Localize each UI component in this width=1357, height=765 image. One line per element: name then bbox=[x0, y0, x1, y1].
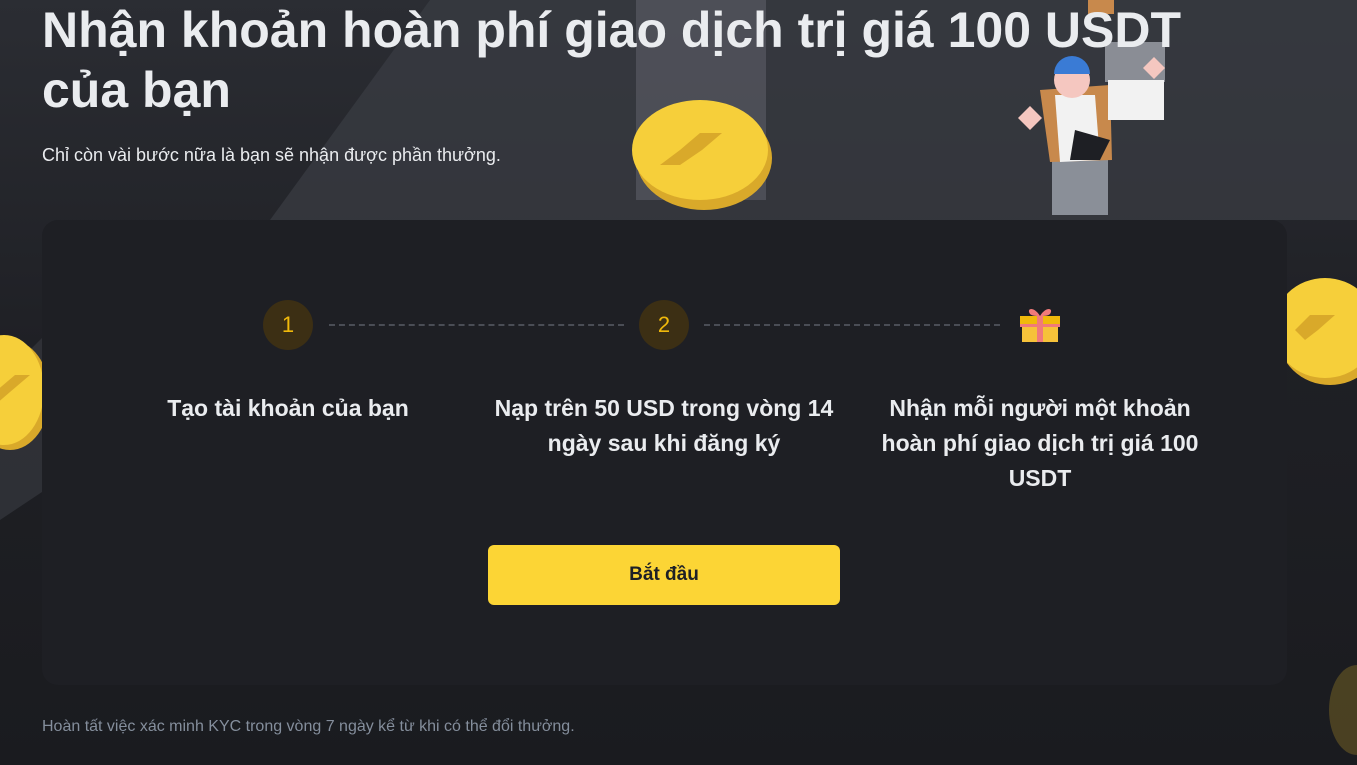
step-2-number: 2 bbox=[639, 300, 689, 350]
gift-icon bbox=[1020, 309, 1060, 342]
steps-card: 1 2 Tạo tài khoản của bạn Nạp trên 50 US… bbox=[42, 220, 1287, 685]
kyc-footnote: Hoàn tất việc xác minh KYC trong vòng 7 … bbox=[42, 718, 575, 735]
step-3-label: Nhận mỗi người một khoản hoàn phí giao d… bbox=[881, 395, 1199, 491]
page-title: Nhận khoản hoàn phí giao dịch trị giá 10… bbox=[42, 2, 1182, 118]
step-1-number: 1 bbox=[263, 300, 313, 350]
step-1-label: Tạo tài khoản của bạn bbox=[167, 395, 409, 421]
step-connector bbox=[329, 324, 624, 326]
step-connector bbox=[704, 324, 1000, 326]
step-2-label: Nạp trên 50 USD trong vòng 14 ngày sau k… bbox=[494, 395, 834, 456]
coin-icon bbox=[1329, 665, 1357, 755]
page-subtitle: Chỉ còn vài bước nữa là bạn sẽ nhận được… bbox=[42, 145, 501, 165]
reward-page: Nhận khoản hoàn phí giao dịch trị giá 10… bbox=[0, 0, 1357, 765]
start-button[interactable]: Bắt đầu bbox=[488, 545, 840, 605]
